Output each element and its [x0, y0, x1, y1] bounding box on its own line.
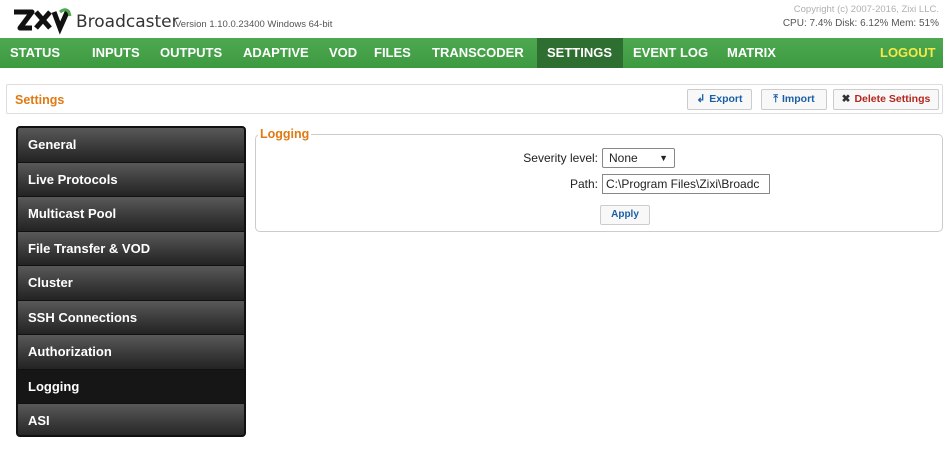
app-name: Broadcaster — [76, 12, 179, 32]
main-nav: STATUS INPUTS OUTPUTS ADAPTIVE VOD FILES… — [0, 38, 943, 68]
sidebar-item-cluster[interactable]: Cluster — [18, 266, 244, 301]
nav-transcoder[interactable]: TRANSCODER — [432, 38, 524, 68]
export-icon: ↲ — [696, 93, 706, 105]
sidebar-item-file-transfer-vod[interactable]: File Transfer & VOD — [18, 231, 244, 266]
zixi-logo — [14, 8, 72, 35]
system-stats: CPU: 7.4% Disk: 6.12% Mem: 51% — [782, 18, 939, 29]
app-header: Broadcaster Version 1.10.0.23400 Windows… — [0, 0, 943, 38]
nav-inputs[interactable]: INPUTS — [92, 38, 140, 68]
nav-files[interactable]: FILES — [374, 38, 411, 68]
nav-status[interactable]: STATUS — [10, 38, 60, 68]
delete-label: Delete Settings — [854, 93, 931, 105]
nav-matrix[interactable]: MATRIX — [727, 38, 776, 68]
nav-adaptive[interactable]: ADAPTIVE — [243, 38, 309, 68]
import-button[interactable]: ⤒ Import — [761, 89, 827, 110]
sidebar-item-ssh-connections[interactable]: SSH Connections — [18, 300, 244, 335]
sidebar-item-asi[interactable]: ASI — [18, 404, 244, 435]
delete-settings-button[interactable]: ✖ Delete Settings — [833, 89, 939, 110]
copyright-text: Copyright (c) 2007-2016, Zixi LLC. — [793, 4, 939, 15]
sidebar-item-authorization[interactable]: Authorization — [18, 335, 244, 370]
page-title: Settings — [15, 93, 65, 107]
chevron-down-icon: ▼ — [659, 153, 668, 163]
sidebar-item-live-protocols[interactable]: Live Protocols — [18, 162, 244, 197]
settings-sidebar: General Live Protocols Multicast Pool Fi… — [16, 126, 246, 437]
nav-settings[interactable]: SETTINGS — [537, 38, 623, 68]
logging-panel — [255, 134, 943, 232]
apply-button[interactable]: Apply — [600, 205, 650, 225]
logging-legend: Logging — [258, 127, 312, 141]
export-label: Export — [709, 93, 743, 105]
app-version: Version 1.10.0.23400 Windows 64-bit — [175, 19, 333, 30]
path-input[interactable] — [602, 174, 770, 194]
import-icon: ⤒ — [773, 93, 778, 105]
sidebar-item-multicast-pool[interactable]: Multicast Pool — [18, 197, 244, 232]
severity-label: Severity level: — [523, 151, 598, 165]
nav-vod[interactable]: VOD — [329, 38, 357, 68]
export-button[interactable]: ↲ Export — [687, 89, 752, 110]
nav-outputs[interactable]: OUTPUTS — [160, 38, 222, 68]
logout-link[interactable]: LOGOUT — [880, 38, 936, 68]
import-label: Import — [781, 93, 815, 105]
sidebar-item-logging[interactable]: Logging — [18, 369, 244, 404]
path-label: Path: — [569, 177, 598, 191]
severity-value: None — [609, 151, 638, 165]
sidebar-item-general[interactable]: General — [18, 128, 244, 163]
nav-event-log[interactable]: EVENT LOG — [633, 38, 708, 68]
severity-select[interactable]: None ▼ — [602, 148, 675, 168]
settings-titlebar: Settings ↲ Export ⤒ Import ✖ Delete Setting… — [6, 84, 943, 114]
delete-icon: ✖ — [841, 93, 851, 105]
